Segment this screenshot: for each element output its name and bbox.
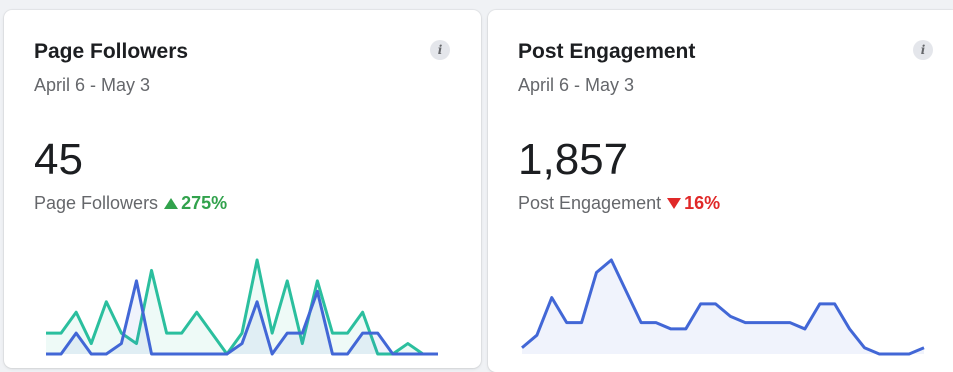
arrow-down-icon: [667, 198, 682, 209]
metric-value: 1,857: [518, 135, 629, 184]
card-title: Post Engagement: [518, 40, 696, 63]
metric-value: 45: [34, 135, 83, 184]
metric-subtitle: Post Engagement 16%: [518, 193, 720, 214]
change-indicator: 275%: [164, 193, 227, 214]
change-percent: 16%: [684, 193, 721, 213]
engagement-sparkline: [521, 258, 925, 356]
post-engagement-card[interactable]: Post Engagement i April 6 - May 3 1,857 …: [488, 10, 953, 372]
arrow-up-icon: [164, 198, 179, 209]
info-icon[interactable]: i: [430, 40, 450, 60]
card-title: Page Followers: [34, 40, 189, 63]
metric-subtitle: Page Followers 275%: [34, 193, 227, 214]
info-icon[interactable]: i: [913, 40, 933, 60]
change-percent: 275%: [181, 193, 228, 213]
series-area: [522, 260, 924, 354]
date-range: April 6 - May 3: [518, 75, 635, 95]
metric-label: Post Engagement: [518, 193, 662, 213]
date-range: April 6 - May 3: [34, 75, 151, 95]
page-followers-card[interactable]: Page Followers i April 6 - May 3 45 Page…: [4, 10, 481, 368]
followers-sparkline: [45, 258, 439, 356]
change-indicator: 16%: [667, 193, 720, 214]
metric-label: Page Followers: [34, 193, 159, 213]
